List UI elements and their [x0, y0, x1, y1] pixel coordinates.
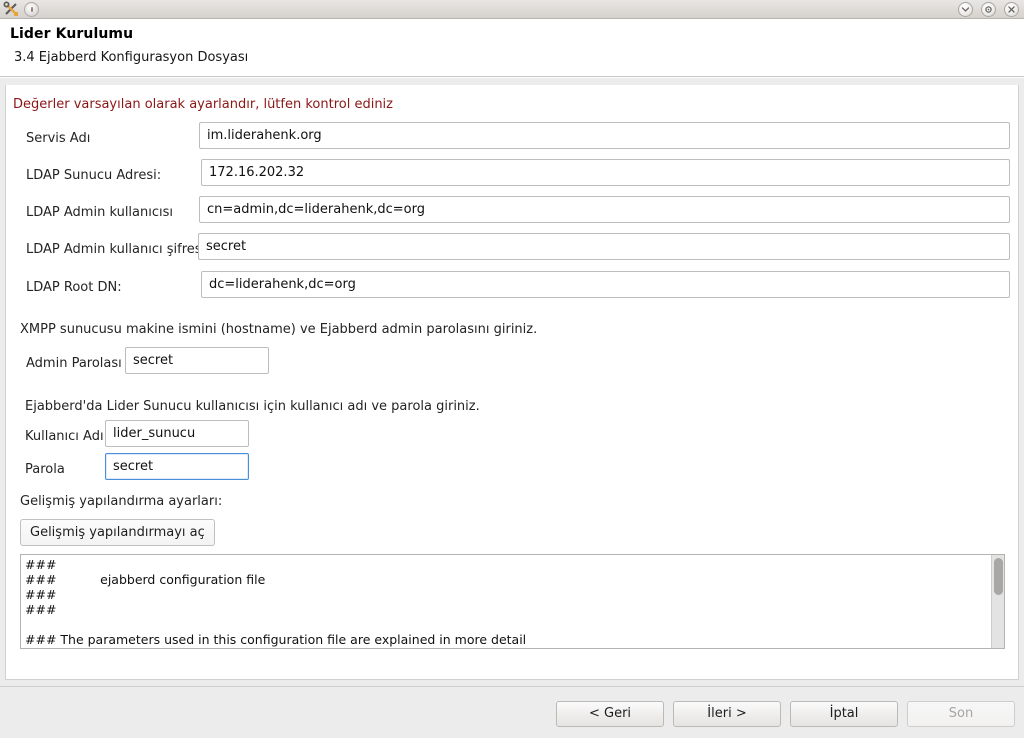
ldap-server-input[interactable]	[201, 159, 1010, 186]
config-scrollbar[interactable]	[991, 555, 1004, 648]
chevron-down-icon[interactable]	[958, 2, 973, 17]
tools-icon	[3, 1, 20, 17]
open-advanced-config-button[interactable]: Gelişmiş yapılandırmayı aç	[20, 519, 215, 546]
username-input[interactable]	[105, 420, 249, 447]
wizard-header: Lider Kurulumu 3.4 Ejabberd Konfigurasyo…	[0, 19, 1024, 77]
window-controls	[958, 2, 1019, 17]
content-area: Değerler varsayılan olarak ayarlandır, l…	[0, 78, 1024, 686]
title-bar-left-icons	[3, 1, 39, 17]
config-file-content: ### ### ejabberd configuration file ### …	[25, 557, 527, 647]
next-button[interactable]: İleri >	[673, 701, 781, 727]
ldap-admin-user-input[interactable]	[199, 196, 1010, 223]
cancel-button[interactable]: İptal	[790, 701, 898, 727]
form-panel: Değerler varsayılan olarak ayarlandır, l…	[5, 85, 1019, 680]
label-service-name: Servis Adı	[26, 131, 91, 146]
wizard-footer: < Geri İleri > İptal Son	[0, 686, 1024, 738]
label-admin-password: Admin Parolası	[26, 356, 122, 371]
lider-user-note: Ejabberd'da Lider Sunucu kullanıcısı içi…	[25, 399, 480, 414]
config-scrollbar-thumb[interactable]	[994, 558, 1003, 595]
back-button[interactable]: < Geri	[556, 701, 664, 727]
wizard-button-row: < Geri İleri > İptal Son	[556, 701, 1015, 727]
ldap-admin-password-input[interactable]	[198, 233, 1010, 260]
label-ldap-server: LDAP Sunucu Adresi:	[26, 168, 162, 183]
password-input[interactable]	[105, 453, 249, 480]
ldap-root-dn-input[interactable]	[201, 271, 1010, 298]
xmpp-note: XMPP sunucusu makine ismini (hostname) v…	[20, 322, 538, 337]
close-icon[interactable]	[1004, 2, 1019, 17]
warning-message: Değerler varsayılan olarak ayarlandır, l…	[13, 97, 393, 112]
advanced-settings-label: Gelişmiş yapılandırma ayarları:	[20, 494, 223, 509]
service-name-input[interactable]	[199, 122, 1010, 149]
label-username: Kullanıcı Adı	[25, 429, 104, 444]
label-ldap-root-dn: LDAP Root DN:	[26, 280, 122, 295]
finish-button: Son	[907, 701, 1015, 727]
config-file-textarea[interactable]: ### ### ejabberd configuration file ### …	[20, 554, 1005, 649]
gear-icon[interactable]	[981, 2, 996, 17]
record-button-icon[interactable]	[24, 1, 39, 17]
label-password: Parola	[25, 462, 65, 477]
label-ldap-admin-password: LDAP Admin kullanıcı şifresi	[26, 242, 206, 257]
admin-password-input[interactable]	[125, 347, 269, 374]
page-subtitle: 3.4 Ejabberd Konfigurasyon Dosyası	[14, 50, 249, 65]
title-bar	[0, 0, 1024, 19]
page-title: Lider Kurulumu	[10, 26, 134, 42]
label-ldap-admin-user: LDAP Admin kullanıcısı	[26, 205, 174, 220]
